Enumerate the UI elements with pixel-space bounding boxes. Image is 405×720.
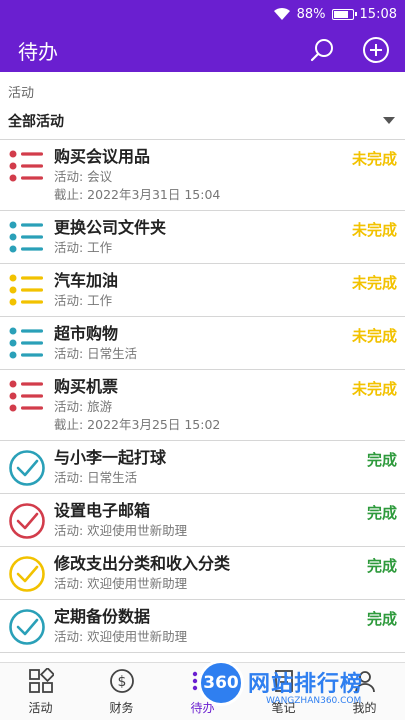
- todo-item[interactable]: 定期备份数据 活动: 欢迎使用世新助理 完成: [0, 600, 405, 653]
- clock: 15:08: [359, 6, 397, 22]
- todo-item-body: 购买会议用品活动: 会议截止: 2022年3月31日 15:04: [54, 146, 397, 204]
- svg-text:$: $: [117, 674, 126, 690]
- todo-activity: 活动: 工作: [54, 240, 113, 255]
- check-circle-icon: [8, 606, 46, 646]
- todo-item[interactable]: 购买机票 活动: 旅游 截止: 2022年3月25日 15:02 未完成: [0, 370, 405, 441]
- watermark-text: 网站排行榜: [248, 672, 364, 697]
- todo-status: 未完成: [351, 274, 397, 292]
- todo-activity: 活动: 欢迎使用世新助理: [54, 629, 188, 644]
- grid-icon: [28, 666, 55, 699]
- plus-circle-icon: [363, 37, 389, 63]
- todo-due-date: 截止: 2022年3月25日 15:02: [54, 417, 221, 432]
- todo-item[interactable]: 更换公司文件夹 活动: 工作 未完成: [0, 211, 405, 264]
- todo-title: 设置电子邮箱: [54, 501, 151, 520]
- todo-title: 与小李一起打球: [54, 448, 167, 467]
- todo-title: 更换公司文件夹: [54, 218, 167, 237]
- todo-status: 完成: [366, 504, 397, 522]
- nav-item-label: 活动: [28, 700, 53, 715]
- todo-status: 完成: [366, 557, 397, 575]
- todo-item-body: 超市购物活动: 日常生活: [54, 323, 397, 363]
- todo-item[interactable]: 修改支出分类和收入分类 活动: 欢迎使用世新助理 完成: [0, 547, 405, 600]
- todo-status: 完成: [366, 451, 397, 469]
- page-title: 待办: [18, 39, 58, 64]
- list-icon: [8, 270, 46, 310]
- watermark-sub: WANGZHAN360.COM: [266, 696, 362, 706]
- todo-title: 汽车加油: [54, 271, 119, 290]
- todo-status: 未完成: [351, 327, 397, 345]
- status-bar: 88% 15:08: [0, 0, 405, 28]
- dropdown-caret-icon: [383, 117, 395, 124]
- list-icon: [8, 217, 46, 257]
- todo-title: 定期备份数据: [54, 607, 151, 626]
- app-bar: 待办: [0, 28, 405, 72]
- todo-activity: 活动: 旅游: [54, 399, 113, 414]
- list-icon: [8, 146, 46, 186]
- list-icon: [8, 323, 46, 363]
- todo-item-body: 设置电子邮箱活动: 欢迎使用世新助理: [54, 500, 397, 540]
- dollar-icon: $: [109, 668, 135, 699]
- todo-status: 未完成: [351, 380, 397, 398]
- todo-activity: 活动: 日常生活: [54, 470, 138, 485]
- todo-item-body: 定期备份数据活动: 欢迎使用世新助理: [54, 606, 397, 646]
- nav-item[interactable]: $ 财务: [81, 663, 162, 720]
- todo-title: 购买会议用品: [54, 147, 151, 166]
- todo-title: 购买机票: [54, 377, 119, 396]
- wifi-icon: [273, 7, 290, 20]
- battery-percent: 88%: [296, 6, 326, 22]
- todo-item[interactable]: 购买会议用品 活动: 会议 截止: 2022年3月31日 15:04 未完成: [0, 140, 405, 211]
- check-circle-icon: [8, 553, 46, 593]
- search-button[interactable]: [307, 35, 337, 65]
- todo-item-body: 修改支出分类和收入分类活动: 欢迎使用世新助理: [54, 553, 397, 593]
- todo-activity: 活动: 工作: [54, 293, 113, 308]
- todo-item[interactable]: 超市购物 活动: 日常生活 未完成: [0, 317, 405, 370]
- filter-value: 全部活动: [8, 113, 64, 130]
- todo-item[interactable]: 设置电子邮箱 活动: 欢迎使用世新助理 完成: [0, 494, 405, 547]
- check-circle-icon: [8, 447, 46, 487]
- todo-title: 超市购物: [54, 324, 119, 343]
- battery-icon: [331, 8, 357, 20]
- todo-activity: 活动: 欢迎使用世新助理: [54, 523, 188, 538]
- todo-item-body: 与小李一起打球活动: 日常生活: [54, 447, 397, 487]
- activity-filter-select[interactable]: 全部活动: [0, 102, 405, 140]
- filter-label: 活动: [8, 86, 35, 101]
- todo-title: 修改支出分类和收入分类: [54, 554, 231, 573]
- search-icon: [310, 39, 333, 62]
- todo-status: 未完成: [351, 150, 397, 168]
- todo-status: 未完成: [351, 221, 397, 239]
- todo-activity: 活动: 会议: [54, 169, 113, 184]
- todo-list: 购买会议用品 活动: 会议 截止: 2022年3月31日 15:04 未完成 更换公司文…: [0, 140, 405, 662]
- todo-item-body: 汽车加油活动: 工作: [54, 270, 397, 310]
- watermark-badge: 360: [198, 660, 244, 706]
- check-circle-icon: [8, 500, 46, 540]
- add-button[interactable]: [361, 35, 391, 65]
- todo-activity: 活动: 日常生活: [54, 346, 138, 361]
- todo-item-body: 更换公司文件夹活动: 工作: [54, 217, 397, 257]
- todo-item-body: 购买机票活动: 旅游截止: 2022年3月25日 15:02: [54, 376, 397, 434]
- list-icon: [8, 376, 46, 416]
- nav-item[interactable]: 活动: [0, 663, 81, 720]
- todo-item[interactable]: 与小李一起打球 活动: 日常生活 完成: [0, 441, 405, 494]
- todo-activity: 活动: 欢迎使用世新助理: [54, 576, 188, 591]
- todo-item[interactable]: 汽车加油 活动: 工作 未完成: [0, 264, 405, 317]
- todo-due-date: 截止: 2022年3月31日 15:04: [54, 187, 221, 202]
- todo-status: 完成: [366, 610, 397, 628]
- nav-item-label: 财务: [109, 700, 134, 715]
